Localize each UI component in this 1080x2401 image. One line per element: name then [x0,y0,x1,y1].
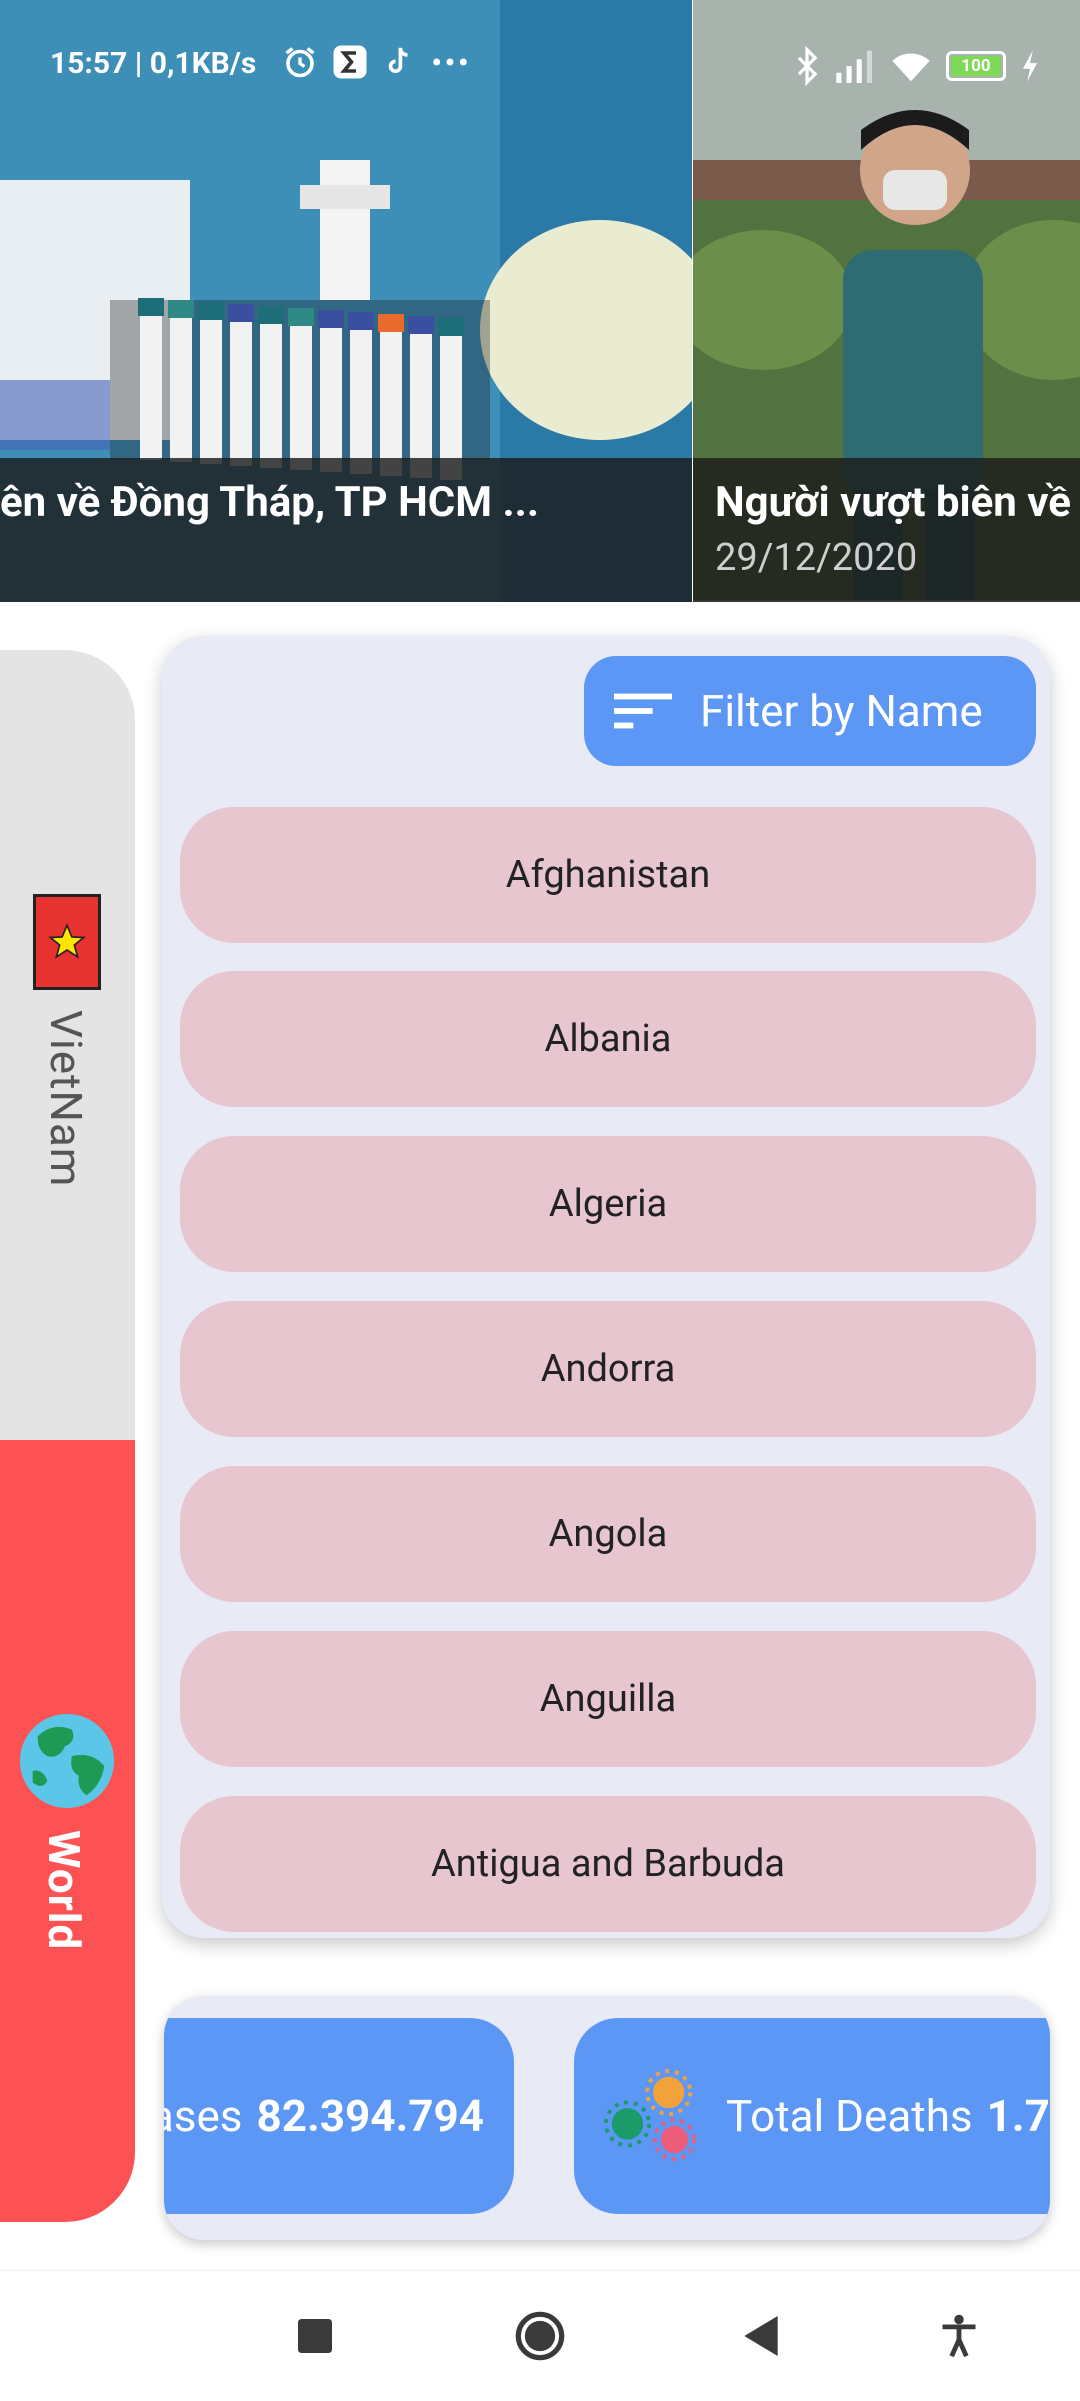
status-time: 15:57 | 0,1KB/s [50,46,257,81]
cases-value: 82.394.794 [256,2090,484,2142]
home-button[interactable] [505,2271,575,2401]
more-dots-icon [433,58,467,66]
tab-vietnam-label[interactable]: VietNam [40,1010,92,1187]
news-title-2: Người vượt biên về [715,478,1071,527]
country-item[interactable]: Albania [180,971,1036,1107]
wifi-icon [892,53,930,82]
country-item[interactable]: Antigua and Barbuda [180,1796,1036,1932]
news-date: 29/12/2020 [715,536,918,580]
globe-icon [19,1713,115,1809]
recents-button[interactable] [280,2271,350,2401]
stats-carousel[interactable]: ases 82.394.794 Total Deaths 1.7 [164,1996,1050,2240]
total-deaths-card[interactable]: Total Deaths 1.7 [574,2018,1050,2214]
back-triangle-icon [744,2316,778,2356]
filter-button-label: Filter by Name [700,685,983,737]
recents-square-icon [298,2319,332,2353]
tab-world-label[interactable]: World [38,1830,90,1950]
back-button[interactable] [726,2271,796,2401]
status-bar: 15:57 | 0,1KB/s 100 [0,0,1080,130]
deaths-value: 1.7 [986,2090,1050,2142]
country-item[interactable]: Afghanistan [180,807,1036,943]
filter-by-name-button[interactable]: Filter by Name [584,656,1036,766]
accessibility-icon [942,2314,976,2358]
country-item[interactable]: Algeria [180,1136,1036,1272]
deaths-label: Total Deaths [726,2090,973,2142]
alarm-icon [285,47,315,78]
signal-icon [836,50,872,83]
news-carousel[interactable]: ên về Đồng Tháp, TP HCM ... Người vượt b… [0,0,1080,602]
sigma-app-icon [333,45,367,79]
sort-lines-icon [614,693,672,729]
total-cases-card[interactable]: ases 82.394.794 [164,2018,514,2214]
home-circle-icon [515,2311,565,2361]
vietnam-flag-icon [33,894,101,990]
charging-icon [1022,50,1038,82]
country-item[interactable]: Anguilla [180,1631,1036,1767]
battery-icon: 100 [946,51,1006,81]
country-item[interactable]: Andorra [180,1301,1036,1437]
system-nav-bar [0,2270,1080,2401]
news-title: ên về Đồng Tháp, TP HCM ... [0,478,540,527]
country-item[interactable]: Angola [180,1466,1036,1602]
cases-label: ases [164,2090,243,2142]
bluetooth-icon [797,46,818,86]
tiktok-icon [388,47,408,74]
accessibility-button[interactable] [924,2271,994,2401]
virus-icon [604,2068,697,2162]
